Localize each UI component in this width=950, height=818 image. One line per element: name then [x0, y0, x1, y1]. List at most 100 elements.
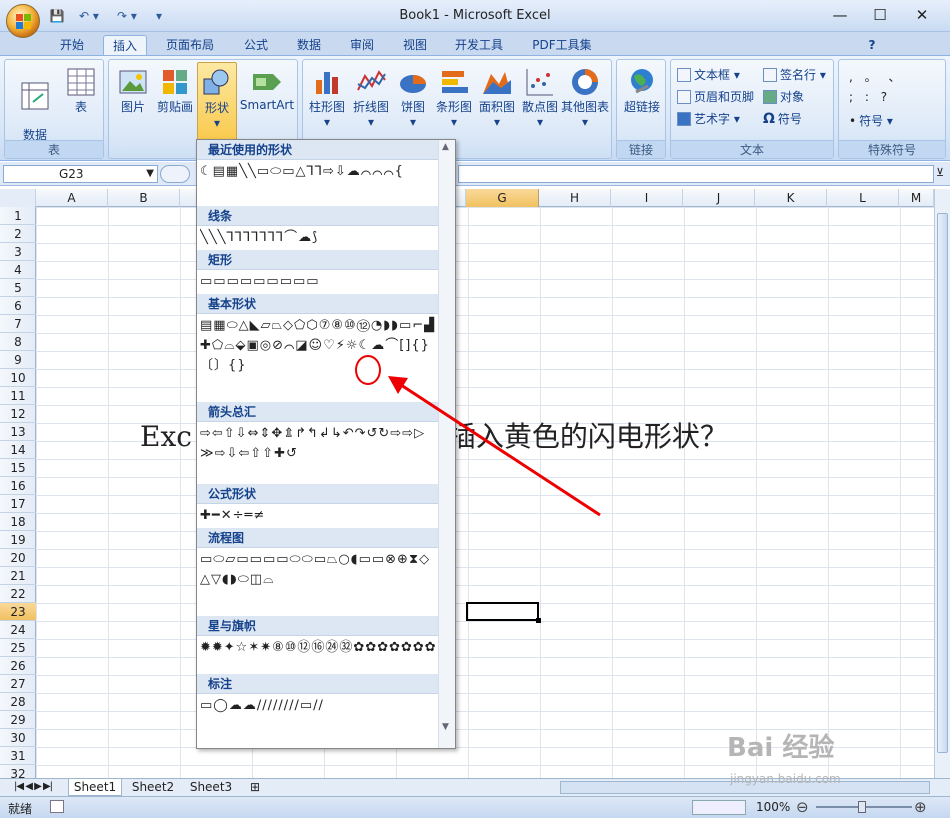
row-header-15[interactable]: 15 [0, 459, 36, 477]
area-chart-button[interactable]: 面积图 ▾ [475, 66, 519, 129]
row-header-14[interactable]: 14 [0, 441, 36, 459]
office-button[interactable] [6, 4, 40, 38]
tab-formulas[interactable]: 公式 [234, 35, 278, 57]
row-header-22[interactable]: 22 [0, 585, 36, 603]
select-all-corner[interactable] [0, 189, 36, 207]
row-header-3[interactable]: 3 [0, 243, 36, 261]
tab-insert[interactable]: 插入 [103, 35, 147, 57]
row-header-17[interactable]: 17 [0, 495, 36, 513]
line-chart-button[interactable]: 折线图 ▾ [349, 66, 393, 129]
hyperlink-button[interactable]: 超链接 [619, 66, 665, 115]
row-header-21[interactable]: 21 [0, 567, 36, 585]
bar-chart-button[interactable]: 条形图 ▾ [433, 66, 475, 129]
tab-home[interactable]: 开始 [50, 35, 94, 57]
row-header-25[interactable]: 25 [0, 639, 36, 657]
picture-button[interactable]: 图片 [113, 66, 153, 115]
zoom-in-icon[interactable]: ⊕ [914, 798, 927, 816]
row-header-24[interactable]: 24 [0, 621, 36, 639]
cell-grid[interactable] [36, 207, 934, 778]
gallery-scroll-up-icon[interactable]: ▲ [442, 142, 449, 152]
shapes-button[interactable]: 形状 ▾ [197, 62, 237, 142]
column-header-A[interactable]: A [36, 189, 108, 207]
gallery-shape-icons[interactable]: ▤▦⬭△◣▱⏢◇⬠⬡⑦⑧⑩⑫◔◗◗▭⌐▟✚⬠⌓⬙▣◎⊘⌒◪☺♡⚡☼☾☁⌒[]{}… [200, 316, 438, 404]
tab-data[interactable]: 数据 [287, 35, 331, 57]
help-icon[interactable]: ? [862, 35, 882, 57]
row-header-27[interactable]: 27 [0, 675, 36, 693]
row-header-30[interactable]: 30 [0, 729, 36, 747]
insert-sheet-icon[interactable]: ⊞ [244, 779, 266, 796]
selected-cell[interactable] [466, 602, 541, 623]
row-header-31[interactable]: 31 [0, 747, 36, 765]
maximize-button[interactable]: ☐ [862, 4, 898, 26]
gallery-scrollbar[interactable]: ▲ ▼ [438, 140, 455, 748]
column-chart-button[interactable]: 柱形图 ▾ [305, 66, 349, 129]
object-button[interactable]: 对象 [763, 88, 804, 105]
column-header-J[interactable]: J [683, 189, 755, 207]
gallery-shape-icons[interactable]: ✚━✕÷═≠ [200, 506, 438, 530]
punctuation-row-1[interactable]: , 。 、 [849, 68, 904, 85]
gallery-shape-icons[interactable]: ▭▭▭▭▭▭▭▭▭ [200, 272, 438, 296]
row-header-11[interactable]: 11 [0, 387, 36, 405]
sheet-tab-3[interactable]: Sheet3 [184, 779, 238, 796]
expand-formula-icon[interactable]: ⊻ [936, 166, 944, 179]
tab-developer[interactable]: 开发工具 [447, 35, 511, 57]
column-header-K[interactable]: K [755, 189, 827, 207]
view-buttons[interactable] [692, 800, 746, 815]
clipart-button[interactable]: 剪贴画 [153, 66, 197, 115]
close-button[interactable]: ✕ [904, 4, 940, 26]
minimize-button[interactable]: — [822, 4, 858, 26]
row-header-26[interactable]: 26 [0, 657, 36, 675]
gallery-shape-icons[interactable]: ☾▤▦╲╲▭⬭▭△⅂⅂⇨⇩☁⌒⌒⌒{ [200, 162, 438, 208]
vertical-scrollbar[interactable] [934, 189, 950, 778]
column-header-G[interactable]: G [466, 189, 539, 207]
other-charts-button[interactable]: 其他图表 ▾ [559, 66, 611, 129]
row-header-19[interactable]: 19 [0, 531, 36, 549]
column-header-L[interactable]: L [827, 189, 899, 207]
row-header-8[interactable]: 8 [0, 333, 36, 351]
tab-page-layout[interactable]: 页面布局 [158, 35, 222, 57]
row-header-20[interactable]: 20 [0, 549, 36, 567]
formula-input[interactable] [458, 165, 934, 183]
pie-chart-button[interactable]: 饼图 ▾ [393, 66, 433, 129]
row-header-28[interactable]: 28 [0, 693, 36, 711]
zoom-out-icon[interactable]: ⊖ [796, 798, 809, 816]
scatter-chart-button[interactable]: 散点图 ▾ [519, 66, 561, 129]
textbox-button[interactable]: 文本框 ▾ [677, 66, 740, 83]
gallery-shape-icons[interactable]: ⇨⇦⇧⇩⇔⇕✥⇭↱↰↲↳↶↷↺↻⇨⇨▷≫⇨⇩⇦⇧⇧✚↺ [200, 424, 438, 486]
row-header-2[interactable]: 2 [0, 225, 36, 243]
column-header-B[interactable]: B [108, 189, 180, 207]
row-header-29[interactable]: 29 [0, 711, 36, 729]
row-header-5[interactable]: 5 [0, 279, 36, 297]
sheet-navigation[interactable]: |◀ ◀ ▶ ▶| [2, 779, 64, 796]
punctuation-row-2[interactable]: ; : ? [849, 90, 891, 104]
column-header-M[interactable]: M [899, 189, 934, 207]
tab-pdf-tools[interactable]: PDF工具集 [522, 35, 602, 57]
vertical-scroll-thumb[interactable] [937, 213, 948, 753]
row-header-10[interactable]: 10 [0, 369, 36, 387]
row-header-1[interactable]: 1 [0, 207, 36, 225]
gallery-shape-icons[interactable]: ▭⬭▱▭▭▭▭⬭⬭▭⏢○◖▭▭⊗⊕⧗◇△▽◖◗⬭◫⌓ [200, 550, 438, 618]
sheet-tab-2[interactable]: Sheet2 [126, 779, 180, 796]
symbol-button[interactable]: Ω 符号 [763, 110, 802, 127]
row-header-7[interactable]: 7 [0, 315, 36, 333]
column-header-H[interactable]: H [539, 189, 611, 207]
tab-view[interactable]: 视图 [393, 35, 437, 57]
table-button[interactable]: 表 [61, 66, 101, 115]
tab-review[interactable]: 审阅 [340, 35, 384, 57]
gallery-shape-icons[interactable]: ╲╲╲⅂⅂⅂⅂⅂⅂⅂⌒☁⟆ [200, 228, 438, 252]
smartart-button[interactable]: SmartArt [237, 66, 297, 112]
row-header-18[interactable]: 18 [0, 513, 36, 531]
fill-handle[interactable] [536, 618, 541, 623]
wordart-button[interactable]: 艺术字 ▾ [677, 110, 740, 127]
row-header-16[interactable]: 16 [0, 477, 36, 495]
sheet-tab-1[interactable]: Sheet1 [68, 779, 122, 796]
row-header-4[interactable]: 4 [0, 261, 36, 279]
row-header-9[interactable]: 9 [0, 351, 36, 369]
signature-line-button[interactable]: 签名行 ▾ [763, 66, 826, 83]
special-symbol-button[interactable]: • 符号 ▾ [849, 112, 893, 129]
row-header-23[interactable]: 23 [0, 603, 36, 621]
gallery-shape-icons[interactable]: ✹✹✦☆✶✷⑧⑩⑫⑯㉔㉜✿✿✿✿✿✿✿ [200, 638, 438, 676]
row-header-6[interactable]: 6 [0, 297, 36, 315]
zoom-slider-thumb[interactable] [858, 801, 866, 813]
gallery-shape-icons[interactable]: ▭◯☁☁∕∕∕∕∕∕∕∕▭∕∕ [200, 696, 438, 756]
